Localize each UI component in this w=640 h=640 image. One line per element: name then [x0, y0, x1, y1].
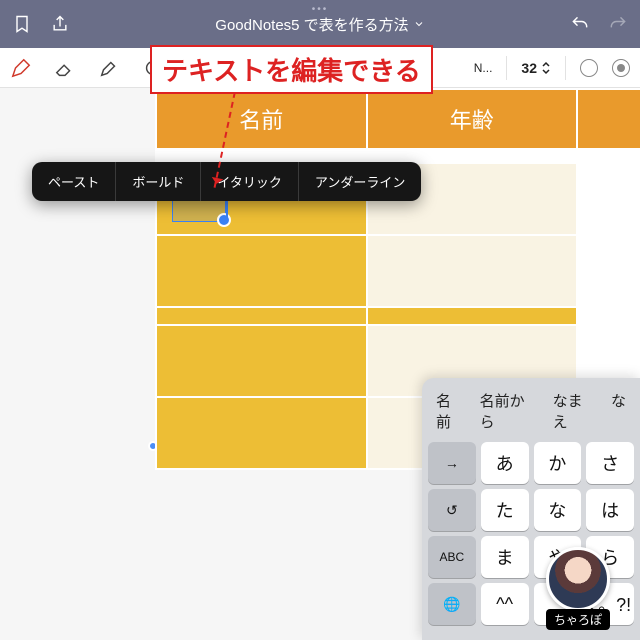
key[interactable]: さ	[586, 442, 634, 484]
style-label[interactable]: N...	[474, 61, 493, 75]
header-cell[interactable]: 名前	[156, 89, 367, 149]
key[interactable]: ま	[481, 536, 529, 578]
key[interactable]: は	[586, 489, 634, 531]
font-size-control[interactable]: 32	[521, 60, 551, 76]
key[interactable]: な	[534, 489, 582, 531]
suggestion[interactable]: な	[611, 390, 626, 432]
key[interactable]: か	[534, 442, 582, 484]
annotation-callout: テキストを編集できる	[150, 45, 433, 94]
drag-indicator: •••	[312, 4, 329, 15]
chevron-down-icon	[413, 18, 425, 30]
divider	[506, 56, 507, 80]
key-fn[interactable]: →	[428, 442, 476, 484]
key-fn[interactable]: ABC	[428, 536, 476, 578]
suggestion[interactable]: なまえ	[553, 390, 597, 432]
header-cell[interactable]: 年齢	[367, 89, 578, 149]
share-icon[interactable]	[50, 14, 70, 34]
eraser-tool-icon[interactable]	[54, 57, 76, 79]
avatar-name: ちゃろぽ	[546, 609, 610, 630]
key[interactable]: あ	[481, 442, 529, 484]
table-row	[156, 235, 640, 307]
context-menu-underline[interactable]: アンダーライン	[299, 162, 421, 201]
table-row	[156, 307, 640, 325]
avatar-image	[546, 547, 610, 611]
key-fn[interactable]: 🌐	[428, 583, 476, 625]
author-avatar: ちゃろぽ	[546, 547, 610, 630]
key[interactable]: ^^	[481, 583, 529, 625]
pen-tool-icon[interactable]	[10, 57, 32, 79]
redo-icon[interactable]	[608, 14, 628, 34]
header-cell[interactable]: 性別	[577, 89, 640, 149]
highlighter-tool-icon[interactable]	[98, 57, 120, 79]
context-menu: ペースト ボールド イタリック アンダーライン	[32, 162, 421, 201]
color-fill-icon[interactable]	[612, 59, 630, 77]
suggestion[interactable]: 名前	[436, 390, 466, 432]
key-fn[interactable]: ↺	[428, 489, 476, 531]
key[interactable]: た	[481, 489, 529, 531]
suggestion[interactable]: 名前から	[480, 390, 539, 432]
context-menu-bold[interactable]: ボールド	[116, 162, 201, 201]
divider	[565, 56, 566, 80]
context-menu-paste[interactable]: ペースト	[32, 162, 116, 201]
undo-icon[interactable]	[570, 14, 590, 34]
document-title[interactable]: GoodNotes5 で表を作る方法	[215, 14, 424, 35]
suggestion-bar: 名前 名前から なまえ な	[428, 386, 634, 442]
bookmark-icon[interactable]	[12, 14, 32, 34]
color-outline-icon[interactable]	[580, 59, 598, 77]
